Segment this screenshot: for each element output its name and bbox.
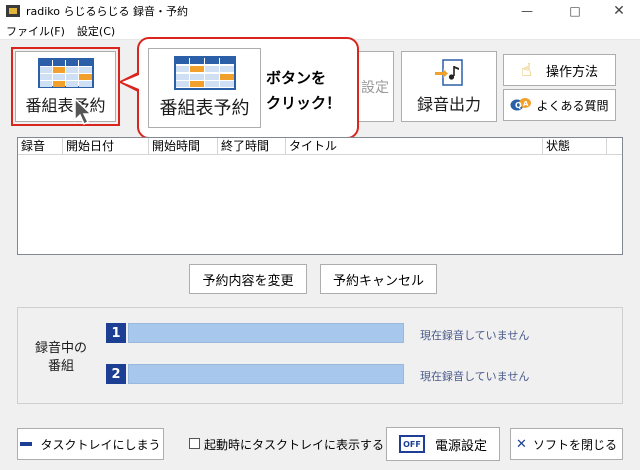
- pointing-hand-icon: ☝: [521, 59, 532, 81]
- recording-status-frame: [17, 307, 623, 404]
- app-icon: [6, 5, 20, 17]
- slot-number-1: 1: [106, 323, 126, 343]
- minimize-to-tray-label: タスクトレイにしまう: [40, 437, 161, 452]
- recording-label-line-2: 番組: [47, 359, 74, 374]
- settings-label: 設定: [361, 79, 389, 96]
- power-settings-button[interactable]: OFF 電源設定: [386, 427, 500, 461]
- close-app-label: ソフトを閉じる: [532, 437, 617, 452]
- menu-settings[interactable]: 設定(C): [71, 23, 121, 39]
- faq-button[interactable]: Q A よくある質問: [503, 89, 616, 121]
- slot-progress-2: [128, 364, 404, 384]
- col-record[interactable]: 録音: [18, 138, 63, 154]
- reservation-list[interactable]: 録音 開始日付 開始時間 終了時間 タイトル 状態: [17, 137, 623, 255]
- col-end-time[interactable]: 終了時間: [218, 138, 286, 154]
- mouse-cursor-icon: [74, 98, 93, 126]
- close-x-icon: ✕: [516, 436, 527, 452]
- close-window-button[interactable]: ✕: [596, 0, 640, 22]
- export-recording-button[interactable]: 録音出力: [401, 51, 497, 122]
- maximize-button[interactable]: □: [552, 0, 598, 22]
- window-title: radiko らじるらじる 録音・予約: [26, 5, 189, 18]
- recording-label-line-1: 録音中の: [34, 341, 87, 356]
- howto-label: 操作方法: [545, 64, 598, 80]
- slot-number-2: 2: [106, 364, 126, 384]
- monitor-off-icon: OFF: [398, 435, 425, 453]
- col-start-time[interactable]: 開始時間: [149, 138, 218, 154]
- close-app-button[interactable]: ✕ ソフトを閉じる: [510, 428, 623, 460]
- slot-progress-1: [128, 323, 404, 343]
- program-guide-icon-large: [173, 56, 236, 90]
- svg-text:Q: Q: [515, 101, 522, 110]
- export-recording-label: 録音出力: [416, 94, 481, 114]
- svg-text:A: A: [523, 100, 529, 108]
- col-title[interactable]: タイトル: [286, 138, 543, 154]
- callout-line-2: クリック！: [266, 94, 342, 112]
- power-settings-label: 電源設定: [434, 438, 487, 454]
- change-reservation-button[interactable]: 予約内容を変更: [189, 264, 307, 294]
- minimize-button[interactable]: —: [504, 0, 550, 22]
- callout-instruction-text: ボタンを クリック！: [266, 66, 341, 116]
- callout-schedule-button: 番組表予約: [148, 48, 261, 128]
- highlight-frame: [11, 47, 120, 126]
- recording-label: 録音中の 番組: [30, 340, 92, 376]
- callout-schedule-label: 番組表予約: [159, 98, 250, 119]
- slot-status-2: 現在録音していません: [420, 370, 530, 383]
- minimize-to-tray-button[interactable]: タスクトレイにしまう: [17, 428, 164, 460]
- music-export-icon: [435, 58, 463, 86]
- menu-file[interactable]: ファイル(F): [0, 23, 71, 39]
- col-status[interactable]: 状態: [543, 138, 607, 154]
- faq-label: よくある質問: [536, 98, 609, 113]
- col-start-date[interactable]: 開始日付: [63, 138, 149, 154]
- callout-tail-inner: [122, 75, 139, 89]
- table-header: 録音 開始日付 開始時間 終了時間 タイトル 状態: [18, 138, 622, 155]
- startup-tray-checkbox[interactable]: [189, 438, 200, 449]
- slot-status-1: 現在録音していません: [420, 329, 530, 342]
- minus-icon: [20, 442, 33, 446]
- faq-bubble-icon: Q A: [510, 98, 532, 111]
- startup-tray-label: 起動時にタスクトレイに表示する: [204, 438, 385, 452]
- callout-line-1: ボタンを: [266, 69, 327, 87]
- howto-button[interactable]: ☝ 操作方法: [503, 54, 616, 86]
- cancel-reservation-button[interactable]: 予約キャンセル: [320, 264, 437, 294]
